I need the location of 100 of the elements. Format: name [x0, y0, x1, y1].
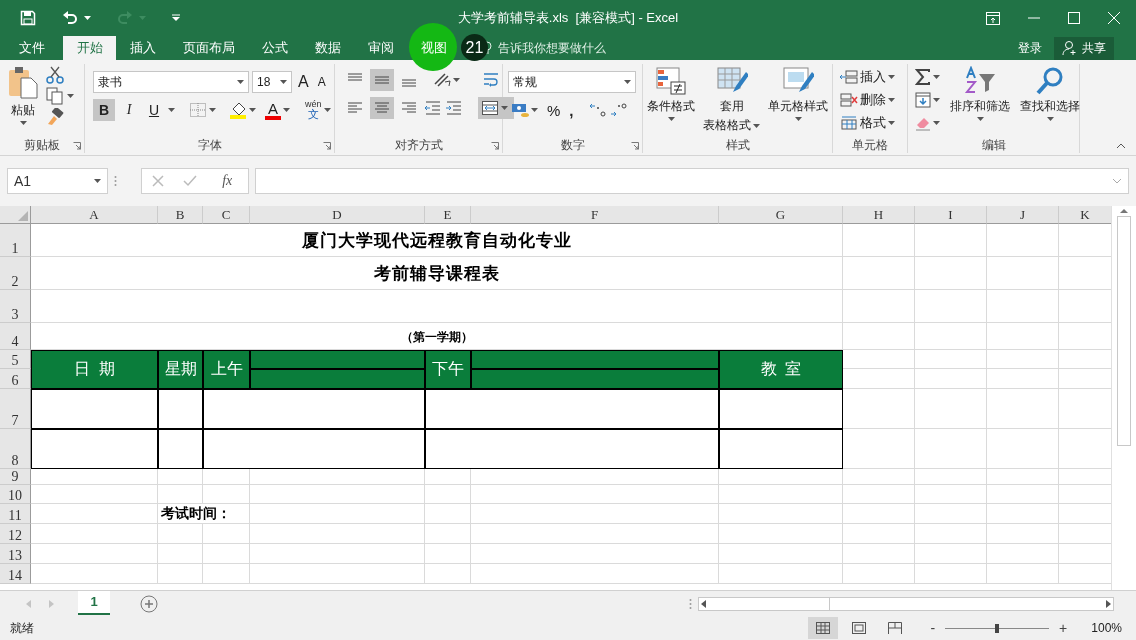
dialog-launcher-icon[interactable] [73, 142, 81, 150]
editing-button[interactable]: 查找和选择 [1017, 64, 1083, 137]
column-header[interactable]: I [915, 206, 987, 224]
sheet-cell[interactable] [987, 564, 1059, 584]
check-icon[interactable] [182, 175, 197, 187]
sheet-cell[interactable] [31, 524, 158, 544]
format-cells-icon[interactable] [840, 116, 858, 130]
sheet-cell[interactable] [915, 389, 987, 429]
sheet-cell[interactable] [843, 224, 915, 257]
sheet-cell[interactable] [915, 290, 987, 323]
sheet-cell[interactable] [158, 469, 203, 485]
sheet-cell[interactable] [158, 564, 203, 584]
cells-menu-button[interactable]: 格式 [837, 112, 898, 134]
font-size-field[interactable]: 18 [252, 71, 292, 93]
insert-function-button[interactable]: fx [216, 172, 239, 190]
ribbon-display-icon[interactable] [986, 11, 1000, 25]
sheet-cell[interactable] [843, 323, 915, 350]
redo-icon[interactable] [117, 11, 133, 25]
sheet-cell[interactable] [31, 564, 158, 584]
zoom-level[interactable]: 100% [1091, 621, 1126, 635]
scroll-right-icon[interactable] [1103, 598, 1113, 609]
sheet-tab[interactable]: 1 [78, 590, 110, 615]
formula-input[interactable] [255, 168, 1129, 194]
scroll-up-icon[interactable] [1119, 208, 1129, 214]
cut-icon[interactable] [46, 66, 64, 84]
autosum-button[interactable] [912, 66, 943, 88]
column-header[interactable]: H [843, 206, 915, 224]
comma-button[interactable]: , [566, 99, 587, 121]
dialog-launcher-icon[interactable] [631, 142, 639, 150]
decrease-decimal-icon[interactable] [610, 102, 629, 118]
ribbon-tab[interactable]: 页面布局 [169, 36, 248, 60]
dialog-launcher-icon[interactable] [323, 142, 331, 150]
sheet-cell[interactable] [471, 544, 719, 564]
sheet-cell[interactable] [915, 469, 987, 485]
grow-font-button[interactable]: A [295, 71, 312, 93]
ribbon-tab[interactable]: 开始 [63, 36, 116, 60]
sheet-cell[interactable] [31, 290, 843, 323]
name-box[interactable]: A1 [7, 168, 108, 194]
sheet-cell[interactable] [425, 564, 471, 584]
sheet-cell[interactable] [719, 469, 843, 485]
row-header[interactable]: 13 [0, 544, 31, 564]
column-header[interactable]: G [719, 206, 843, 224]
row-header[interactable]: 5 [0, 350, 31, 369]
sheet-cell[interactable] [719, 564, 843, 584]
insert-cells-icon[interactable] [840, 70, 858, 84]
percent-button[interactable]: % [544, 99, 564, 121]
row-header[interactable]: 11 [0, 504, 31, 524]
undo-icon[interactable] [62, 11, 78, 25]
sheet-cell[interactable] [158, 485, 203, 504]
sheet-cell[interactable] [203, 524, 250, 544]
sheet-cell[interactable] [425, 524, 471, 544]
sheet-cell[interactable] [843, 485, 915, 504]
sheet-cell[interactable] [425, 469, 471, 485]
select-all-icon[interactable] [18, 211, 28, 221]
sheet-cell[interactable] [158, 544, 203, 564]
search-icon[interactable] [1035, 66, 1065, 96]
maximize-icon[interactable] [1068, 12, 1080, 24]
sheet-cell[interactable] [203, 485, 250, 504]
underline-button[interactable]: U [143, 99, 165, 121]
row-header[interactable]: 8 [0, 429, 31, 469]
sheet-cell[interactable] [471, 564, 719, 584]
bold-button[interactable]: B [93, 99, 115, 121]
sheet-cell[interactable] [719, 524, 843, 544]
sheet-cell[interactable] [843, 504, 915, 524]
sign-in-link[interactable]: 登录 [1014, 39, 1046, 57]
tell-me-field[interactable]: 告诉我你想要做什么 [498, 41, 628, 55]
sheet-cell[interactable] [987, 469, 1059, 485]
format-painter-icon[interactable] [46, 108, 64, 126]
sheet-cell[interactable] [203, 564, 250, 584]
sheet-cell[interactable] [987, 389, 1059, 429]
sheet-cell[interactable] [915, 350, 987, 369]
column-header[interactable]: E [425, 206, 471, 224]
cells-menu-button[interactable]: 删除 [837, 89, 898, 111]
share-button[interactable]: 共享 [1054, 36, 1114, 60]
zoom-in-button[interactable]: + [1055, 620, 1072, 636]
row-header[interactable]: 10 [0, 485, 31, 504]
sheet-cell[interactable] [915, 369, 987, 389]
row-header[interactable]: 2 [0, 257, 31, 290]
column-header[interactable]: B [158, 206, 203, 224]
horizontal-scrollbar[interactable] [698, 596, 1114, 611]
ribbon-tab[interactable]: 数据 [301, 36, 354, 60]
sheet-cell[interactable] [987, 544, 1059, 564]
font-name-field[interactable]: 隶书 [93, 71, 249, 93]
sheet-cell[interactable] [158, 524, 203, 544]
wrap-text-icon[interactable] [483, 72, 501, 88]
editing-button[interactable]: 排序和筛选 [947, 64, 1013, 137]
increase-indent-icon[interactable] [445, 100, 463, 116]
sheet-cell[interactable] [843, 389, 915, 429]
sheet-cell[interactable] [250, 564, 425, 584]
row-header[interactable]: 4 [0, 323, 31, 350]
ribbon-tab[interactable]: 审阅 [354, 36, 407, 60]
sheet-cell[interactable] [987, 485, 1059, 504]
sheet-cell[interactable] [987, 524, 1059, 544]
sheet-cell[interactable] [843, 290, 915, 323]
sheet-cell[interactable] [987, 290, 1059, 323]
column-header[interactable]: D [250, 206, 425, 224]
shrink-font-button[interactable]: A [314, 71, 329, 93]
row-header[interactable]: 9 [0, 469, 31, 485]
sheet-cell[interactable] [719, 544, 843, 564]
sheet-cell[interactable] [425, 504, 471, 524]
